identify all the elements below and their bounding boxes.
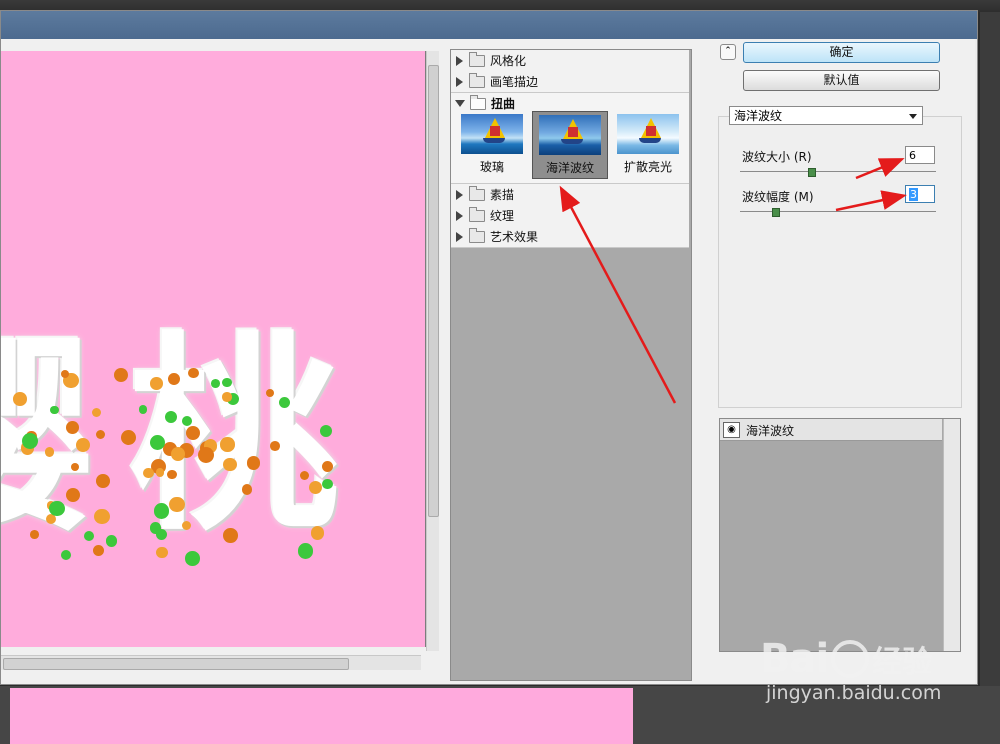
arrow-to-thumbnail [559,185,677,404]
watermark-brand-cn: 经验 [872,645,933,680]
arrow-to-ripple-size [855,158,905,180]
paw-icon [831,640,870,678]
watermark-brand: Bai [760,636,829,682]
annotation-arrows [559,158,907,404]
watermark-url: jingyan.baidu.com [766,682,942,704]
arrow-to-ripple-magnitude [835,190,907,212]
baidu-watermark-logo: Bai 经验 jingyan.baidu.com [760,636,941,704]
